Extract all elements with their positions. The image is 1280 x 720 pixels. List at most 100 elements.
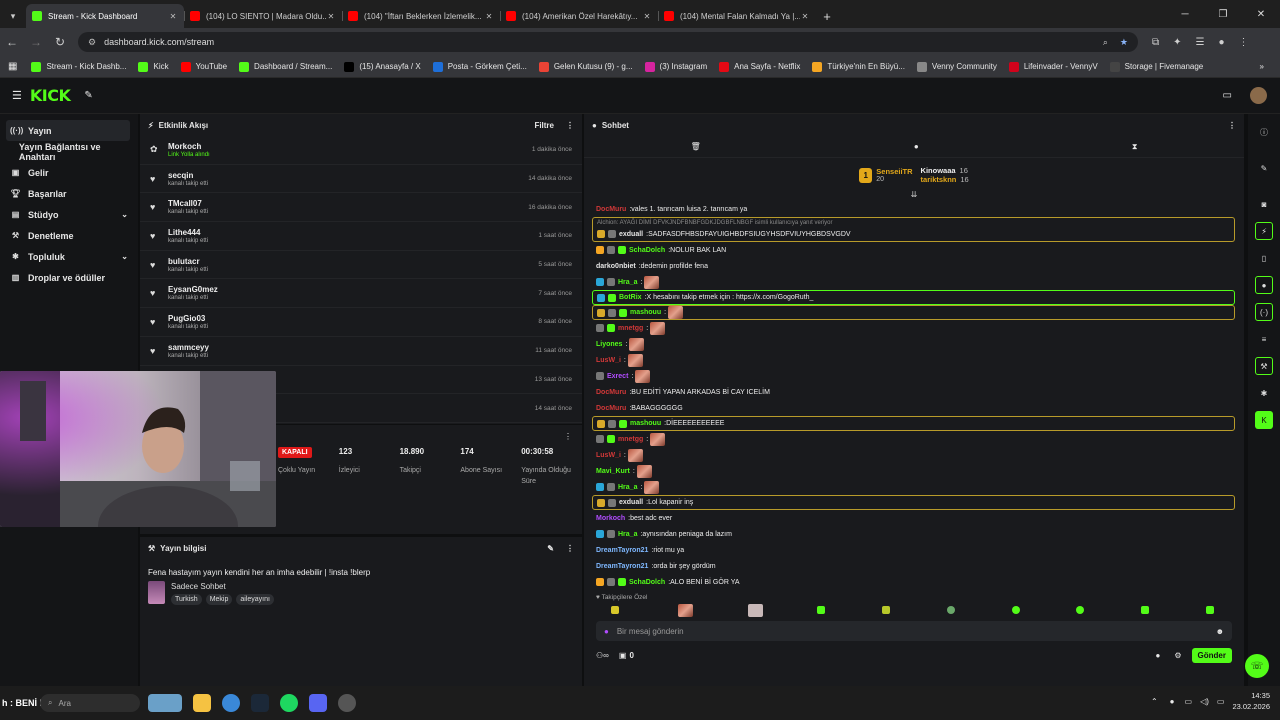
- more-bookmarks-icon[interactable]: »: [1260, 62, 1264, 71]
- kick-app-icon[interactable]: K: [1255, 411, 1273, 429]
- close-tab-icon[interactable]: ✕: [484, 12, 494, 21]
- chat-username[interactable]: Hra_a: [618, 484, 637, 491]
- chat-message[interactable]: Morkoch: best adc ever: [584, 510, 1244, 526]
- chat-message[interactable]: SchaDolch: NOLUR BAK LAN: [584, 242, 1244, 258]
- chat-username[interactable]: SchaDolch: [629, 247, 665, 254]
- mic-tray-icon[interactable]: ●: [1170, 697, 1175, 706]
- top-gifter-name[interactable]: SenseiiTR: [876, 167, 912, 176]
- bookmark-star-icon[interactable]: ★: [1120, 37, 1128, 48]
- lightning-icon[interactable]: ⚡︎: [1255, 222, 1273, 240]
- chat-message[interactable]: DreamTayron21: riot mu ya: [584, 542, 1244, 558]
- reload-icon[interactable]: ↻: [48, 35, 72, 49]
- emote[interactable]: [1011, 606, 1020, 614]
- tab-list-icon[interactable]: ▾: [0, 4, 26, 28]
- emote[interactable]: [1141, 606, 1150, 614]
- activity-item[interactable]: ✿ Morkoch Link Yolla alındı 1 dakika önce: [140, 136, 582, 165]
- document-icon[interactable]: ▯: [1255, 249, 1273, 267]
- profile-avatar[interactable]: ●: [1219, 37, 1225, 48]
- chat-username[interactable]: darko0nbiet: [596, 263, 636, 270]
- broadcast-icon[interactable]: (·): [1255, 303, 1273, 321]
- filter-button[interactable]: Filtre: [534, 121, 554, 130]
- chat-message[interactable]: mnetgg:: [584, 431, 1244, 447]
- browser-tab[interactable]: (104) LO SIENTO | Madara Oldu... ✕: [184, 4, 342, 28]
- bookmark-item[interactable]: Kick: [138, 61, 169, 72]
- chat-username[interactable]: Morkoch: [596, 515, 625, 522]
- zoom-icon[interactable]: ⌕: [1103, 37, 1108, 48]
- extension-icon[interactable]: ⧉: [1152, 37, 1159, 48]
- clock-date[interactable]: 23.02.2026: [1232, 701, 1270, 712]
- sidebar-item-topluluk[interactable]: ✱ Topluluk ⌄: [0, 246, 138, 267]
- emote[interactable]: [946, 606, 955, 614]
- close-tab-icon[interactable]: ✕: [800, 12, 810, 21]
- chat-username[interactable]: LusW_i: [596, 357, 621, 364]
- menu-icon[interactable]: ⋮: [1239, 37, 1249, 48]
- back-icon[interactable]: ←: [0, 35, 24, 49]
- user-avatar[interactable]: [1250, 87, 1267, 104]
- chat-message[interactable]: LusW_i:: [584, 352, 1244, 368]
- bookmark-item[interactable]: Gelen Kutusu (9) - g...: [538, 61, 633, 72]
- network-icon[interactable]: ▭: [1185, 697, 1193, 706]
- chat-message[interactable]: darko0nbiet: dedemin profilde fena: [584, 258, 1244, 274]
- chat-username[interactable]: LusW_i: [596, 452, 621, 459]
- chat-settings-bubble-icon[interactable]: ●: [1156, 651, 1161, 660]
- browser-tab[interactable]: (104) "İftarı Beklerken İzlemelik... ✕: [342, 4, 500, 28]
- camera-icon[interactable]: ◙: [1255, 195, 1273, 213]
- tray-chevron-icon[interactable]: ⌃: [1151, 697, 1158, 706]
- chat-message[interactable]: DocMuru: vales 1. tanrıcam luisa 2. tanr…: [584, 201, 1244, 217]
- bookmark-item[interactable]: Ana Sayfa - Netflix: [719, 61, 800, 72]
- activity-item[interactable]: ♥ EysanG0mez kanalı takip etti 7 saat önce: [140, 279, 582, 309]
- browser-tab[interactable]: (104) Mental Falan Kalmadı Ya |... ✕: [658, 4, 816, 28]
- chat-username[interactable]: Hra_a: [618, 279, 637, 286]
- chat-message[interactable]: Hra_a: aynısından peniaga da lazım: [584, 526, 1244, 542]
- steam-icon[interactable]: [251, 694, 269, 712]
- chat-message[interactable]: LusW_i:: [584, 447, 1244, 463]
- expand-icon[interactable]: ⇊: [584, 190, 1244, 199]
- spotify-icon[interactable]: [280, 694, 298, 712]
- points-icon[interactable]: ⚇∞: [596, 651, 609, 660]
- tag[interactable]: Turkish: [171, 594, 202, 605]
- browser-tab[interactable]: Stream - Kick Dashboard ✕: [26, 4, 184, 28]
- taskbar-search[interactable]: ⌕ Ara: [40, 694, 140, 712]
- chat-icon[interactable]: ●: [1255, 276, 1273, 294]
- volume-icon[interactable]: ◁): [1200, 697, 1209, 706]
- kick-logo[interactable]: KICK: [30, 86, 71, 105]
- chevron-down-icon[interactable]: ⌄: [121, 210, 128, 219]
- bookmark-item[interactable]: Lifeinvader - VennyV: [1008, 61, 1098, 72]
- file-explorer-icon[interactable]: [193, 694, 211, 712]
- chat-username[interactable]: DreamTayron21: [596, 547, 648, 554]
- chat-message[interactable]: mnetgg:: [584, 320, 1244, 336]
- sidebar-item-droplar[interactable]: ▥ Droplar ve ödüller: [0, 267, 138, 288]
- emote[interactable]: [817, 606, 826, 614]
- chat-message[interactable]: Liyones:: [584, 336, 1244, 352]
- edit-icon[interactable]: ✎: [547, 544, 554, 553]
- extensions-puzzle-icon[interactable]: ✦: [1173, 37, 1181, 48]
- trash-icon[interactable]: 🗑︎: [691, 142, 701, 151]
- sidebar-item-yayin[interactable]: ((·)) Yayın: [6, 120, 130, 141]
- hamburger-menu-icon[interactable]: ☰: [12, 89, 22, 102]
- chat-message[interactable]: BotRix: X hesabını takip etmek için : ht…: [592, 290, 1235, 305]
- chat-message[interactable]: DocMuru: BABAGGGGGG: [584, 400, 1244, 416]
- bookmark-item[interactable]: (3) Instagram: [644, 61, 707, 72]
- chat-username[interactable]: exduall: [619, 231, 643, 238]
- chat-message[interactable]: Mavi_Kurt:: [584, 463, 1244, 479]
- weather-widget[interactable]: [148, 694, 182, 712]
- chat-username[interactable]: Mavi_Kurt: [596, 468, 630, 475]
- chat-message[interactable]: Hra_a:: [584, 479, 1244, 495]
- battery-icon[interactable]: ▭: [1217, 697, 1225, 706]
- chat-message[interactable]: exduall: Lol kapanir inş: [592, 495, 1235, 510]
- emote[interactable]: [1076, 606, 1085, 614]
- sidebar-item-gelir[interactable]: ▣ Gelir: [0, 162, 138, 183]
- reading-list-icon[interactable]: ☰: [1196, 37, 1205, 48]
- chat-message[interactable]: SchaDolch: ALO BENİ Bİ GÖR YA: [584, 574, 1244, 590]
- new-tab-button[interactable]: +: [816, 4, 838, 28]
- bookmark-item[interactable]: (15) Anasayfa / X: [344, 61, 421, 72]
- chat-message[interactable]: Hra_a:: [584, 274, 1244, 290]
- chat-message[interactable]: Exrect:: [584, 368, 1244, 384]
- bookmark-item[interactable]: YouTube: [180, 61, 227, 72]
- apps-icon[interactable]: ▦: [8, 61, 17, 72]
- bookmark-item[interactable]: Storage | Fivemanage: [1109, 61, 1203, 72]
- bookmark-item[interactable]: Türkiye'nin En Büyü...: [812, 61, 905, 72]
- chat-message[interactable]: DreamTayron21: orda bir şey gördüm: [584, 558, 1244, 574]
- chat-message[interactable]: mashouu: DİEEEEEEEEEEE: [592, 416, 1235, 431]
- chat-username[interactable]: DreamTayron21: [596, 563, 648, 570]
